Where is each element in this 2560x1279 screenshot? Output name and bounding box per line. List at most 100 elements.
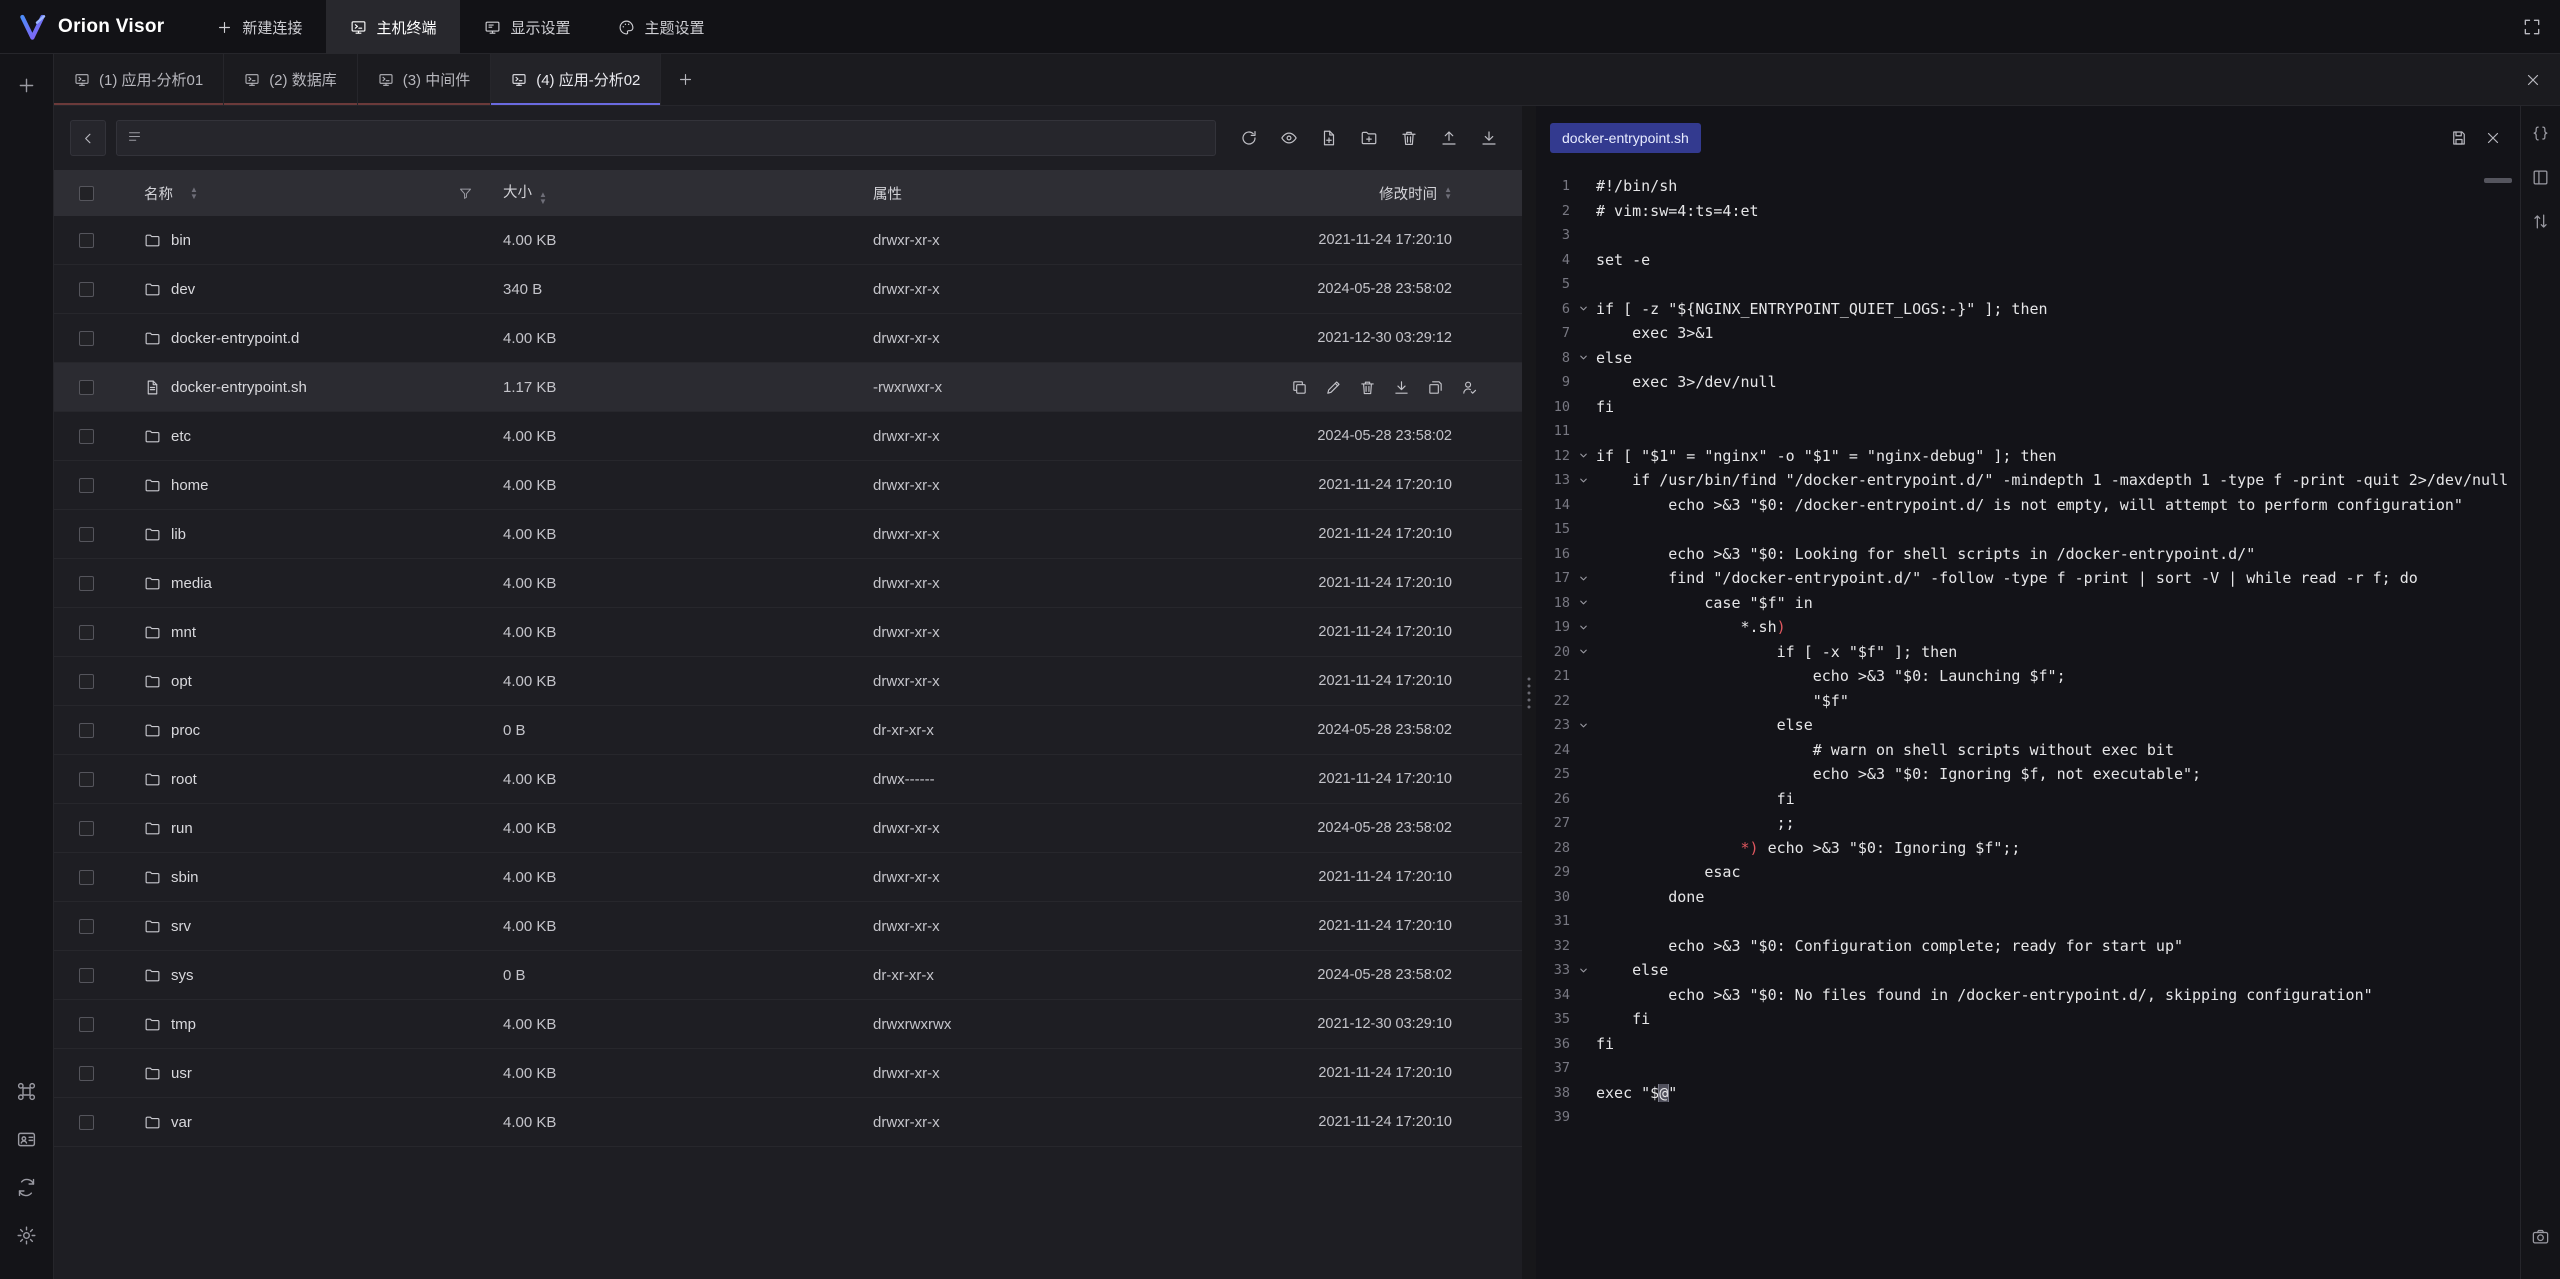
fold-chevron-icon[interactable] <box>1570 622 1596 633</box>
col-header-size[interactable]: 大小 <box>503 185 532 201</box>
col-header-name[interactable]: 名称 <box>144 183 173 204</box>
nav-item-theme-settings[interactable]: 主题设置 <box>594 0 728 54</box>
row-name[interactable]: usr <box>171 1065 192 1082</box>
camera-icon[interactable] <box>2526 1221 2556 1251</box>
fold-chevron-icon[interactable] <box>1570 720 1596 731</box>
table-row[interactable]: lib4.00 KBdrwxr-xr-x2021-11-24 17:20:10 <box>54 510 1522 559</box>
fold-chevron-icon[interactable] <box>1570 965 1596 976</box>
table-row[interactable]: root4.00 KBdrwx------2021-11-24 17:20:10 <box>54 755 1522 804</box>
table-row[interactable]: dev340 Bdrwxr-xr-x2024-05-28 23:58:02 <box>54 265 1522 314</box>
folder-plus-icon[interactable] <box>1352 121 1386 155</box>
terminal-tab-4[interactable]: (4) 应用-分析02 <box>491 54 661 105</box>
row-name[interactable]: proc <box>171 722 200 739</box>
row-name[interactable]: bin <box>171 232 191 249</box>
editor-scrollbar-thumb[interactable] <box>2484 178 2512 183</box>
row-name[interactable]: dev <box>171 281 195 298</box>
row-name[interactable]: sys <box>171 967 194 984</box>
command-icon[interactable] <box>9 1073 45 1109</box>
fold-chevron-icon[interactable] <box>1570 573 1596 584</box>
table-row[interactable]: media4.00 KBdrwxr-xr-x2021-11-24 17:20:1… <box>54 559 1522 608</box>
row-checkbox[interactable] <box>79 919 94 934</box>
row-name[interactable]: var <box>171 1114 192 1131</box>
row-checkbox[interactable] <box>79 1115 94 1130</box>
row-checkbox[interactable] <box>79 968 94 983</box>
row-checkbox[interactable] <box>79 576 94 591</box>
close-editor-icon[interactable] <box>2484 129 2502 147</box>
open-file-chip[interactable]: docker-entrypoint.sh <box>1550 123 1701 153</box>
eye-icon[interactable] <box>1272 121 1306 155</box>
sort-carets[interactable]: ▲▼ <box>539 191 547 205</box>
file-plus-icon[interactable] <box>1312 121 1346 155</box>
row-name[interactable]: media <box>171 575 212 592</box>
trash-icon[interactable] <box>1392 121 1426 155</box>
fold-chevron-icon[interactable] <box>1570 475 1596 486</box>
fullscreen-icon[interactable] <box>2522 17 2542 37</box>
row-name[interactable]: home <box>171 477 209 494</box>
sort-carets[interactable]: ▲▼ <box>190 186 198 200</box>
gear-icon[interactable] <box>9 1217 45 1253</box>
filter-icon[interactable] <box>458 186 473 201</box>
path-input[interactable] <box>116 120 1216 156</box>
row-checkbox[interactable] <box>79 1066 94 1081</box>
table-row[interactable]: sys0 Bdr-xr-xr-x2024-05-28 23:58:02 <box>54 951 1522 1000</box>
row-name[interactable]: srv <box>171 918 191 935</box>
row-checkbox[interactable] <box>79 527 94 542</box>
braces-icon[interactable] <box>2526 118 2556 148</box>
user-check-icon[interactable] <box>1461 379 1478 396</box>
copy-icon[interactable] <box>1291 379 1308 396</box>
plus-icon[interactable] <box>9 67 45 103</box>
fold-chevron-icon[interactable] <box>1570 646 1596 657</box>
trash-icon[interactable] <box>1359 379 1376 396</box>
panel-splitter[interactable] <box>1522 106 1536 1279</box>
duplicate-icon[interactable] <box>1427 379 1444 396</box>
row-checkbox[interactable] <box>79 478 94 493</box>
row-checkbox[interactable] <box>79 723 94 738</box>
download-icon[interactable] <box>1393 379 1410 396</box>
row-checkbox[interactable] <box>79 674 94 689</box>
fold-chevron-icon[interactable] <box>1570 303 1596 314</box>
table-row[interactable]: sbin4.00 KBdrwxr-xr-x2021-11-24 17:20:10 <box>54 853 1522 902</box>
row-name[interactable]: docker-entrypoint.sh <box>171 379 307 396</box>
sort-carets[interactable]: ▲▼ <box>1444 186 1452 200</box>
table-row[interactable]: tmp4.00 KBdrwxrwxrwx2021-12-30 03:29:10 <box>54 1000 1522 1049</box>
table-row[interactable]: etc4.00 KBdrwxr-xr-x2024-05-28 23:58:02 <box>54 412 1522 461</box>
table-row[interactable]: home4.00 KBdrwxr-xr-x2021-11-24 17:20:10 <box>54 461 1522 510</box>
panel-icon[interactable] <box>2526 162 2556 192</box>
select-all-checkbox[interactable] <box>79 186 94 201</box>
back-button[interactable] <box>70 120 106 156</box>
row-name[interactable]: root <box>171 771 197 788</box>
row-name[interactable]: tmp <box>171 1016 196 1033</box>
download-icon[interactable] <box>1472 121 1506 155</box>
terminal-tab-1[interactable]: (1) 应用-分析01 <box>54 54 224 105</box>
row-name[interactable]: lib <box>171 526 186 543</box>
table-row[interactable]: docker-entrypoint.sh1.17 KB-rwxrwxr-x <box>54 363 1522 412</box>
table-row[interactable]: mnt4.00 KBdrwxr-xr-x2021-11-24 17:20:10 <box>54 608 1522 657</box>
row-checkbox[interactable] <box>79 821 94 836</box>
sync-icon[interactable] <box>9 1169 45 1205</box>
fold-chevron-icon[interactable] <box>1570 597 1596 608</box>
code-editor[interactable]: 1#!/bin/sh2# vim:sw=4:ts=4:et34set -e56i… <box>1536 170 2520 1279</box>
row-name[interactable]: run <box>171 820 193 837</box>
row-checkbox[interactable] <box>79 380 94 395</box>
edit-icon[interactable] <box>1325 379 1342 396</box>
table-row[interactable]: usr4.00 KBdrwxr-xr-x2021-11-24 17:20:10 <box>54 1049 1522 1098</box>
table-row[interactable]: run4.00 KBdrwxr-xr-x2024-05-28 23:58:02 <box>54 804 1522 853</box>
close-panel-icon[interactable] <box>2524 71 2542 89</box>
nav-item-host-terminal[interactable]: 主机终端 <box>326 0 460 54</box>
table-row[interactable]: proc0 Bdr-xr-xr-x2024-05-28 23:58:02 <box>54 706 1522 755</box>
row-checkbox[interactable] <box>79 625 94 640</box>
add-tab-button[interactable] <box>661 54 709 105</box>
row-checkbox[interactable] <box>79 1017 94 1032</box>
row-name[interactable]: opt <box>171 673 192 690</box>
user-card-icon[interactable] <box>9 1121 45 1157</box>
fold-chevron-icon[interactable] <box>1570 450 1596 461</box>
row-checkbox[interactable] <box>79 429 94 444</box>
nav-item-display-settings[interactable]: 显示设置 <box>460 0 594 54</box>
row-name[interactable]: sbin <box>171 869 199 886</box>
save-icon[interactable] <box>2450 129 2468 147</box>
row-checkbox[interactable] <box>79 233 94 248</box>
fold-chevron-icon[interactable] <box>1570 352 1596 363</box>
nav-item-new-connection[interactable]: 新建连接 <box>192 0 326 54</box>
table-row[interactable]: var4.00 KBdrwxr-xr-x2021-11-24 17:20:10 <box>54 1098 1522 1147</box>
swap-vertical-icon[interactable] <box>2526 206 2556 236</box>
